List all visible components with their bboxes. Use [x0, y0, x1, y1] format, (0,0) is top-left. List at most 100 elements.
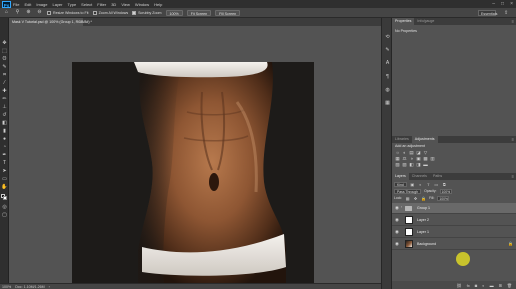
selective-color-icon[interactable]: ◨ — [416, 162, 421, 167]
channel-mixer-icon[interactable]: ▩ — [423, 156, 428, 161]
marquee-tool-icon[interactable]: ⬚ — [1, 48, 8, 54]
menu-filter[interactable]: Filter — [97, 2, 106, 7]
opacity-input[interactable]: 100% — [439, 188, 452, 194]
layer-row-group-1[interactable]: ◉ › Group 1 — [392, 203, 516, 214]
visibility-eye-icon[interactable]: ◉ — [394, 241, 400, 247]
brightness-icon[interactable]: ☼ — [395, 150, 400, 155]
new-layer-icon[interactable]: ⊞ — [499, 283, 502, 288]
workspace-select[interactable]: Essentials — [478, 10, 497, 16]
filter-shape-icon[interactable]: ▭ — [434, 182, 439, 187]
blend-mode-select[interactable]: Pass Through — [394, 188, 422, 194]
history-brush-tool-icon[interactable]: ↺ — [1, 112, 8, 118]
black-white-icon[interactable]: ◑ — [409, 156, 414, 161]
menu-image[interactable]: Image — [36, 2, 47, 7]
visibility-eye-icon[interactable]: ◉ — [394, 229, 400, 235]
menu-help[interactable]: Help — [154, 2, 162, 7]
filter-smart-icon[interactable]: ⧉ — [442, 182, 447, 187]
layer-row-layer-2[interactable]: ◉ Layer 2 — [392, 215, 516, 226]
hue-saturation-icon[interactable]: ▦ — [395, 156, 400, 161]
pen-tool-icon[interactable]: ✒ — [1, 152, 8, 158]
menu-edit[interactable]: Edit — [24, 2, 31, 7]
crop-tool-icon[interactable]: ⌗ — [1, 72, 8, 78]
link-layers-icon[interactable]: ⛓ — [457, 283, 462, 288]
zoom-100-button[interactable]: 100% — [165, 9, 183, 16]
tab-libraries[interactable]: Libraries — [392, 136, 412, 143]
tab-info[interactable]: Info/gauge — [414, 18, 437, 25]
lock-all-icon[interactable]: 🔒 — [421, 196, 426, 201]
tab-channels[interactable]: Channels — [409, 173, 430, 180]
document-tab[interactable]: Mask V Tutorial.psd @ 100% (Group 1, RGB… — [9, 18, 92, 26]
swatches-icon[interactable]: ▦ — [384, 100, 391, 107]
menu-window[interactable]: Window — [135, 2, 149, 7]
tab-properties[interactable]: Properties — [392, 18, 415, 25]
zoom-in-icon[interactable]: ⊕ — [25, 9, 32, 16]
close-tab-icon[interactable]: × — [79, 18, 81, 26]
levels-icon[interactable]: ◐ — [402, 150, 407, 155]
background-color-swatch[interactable] — [3, 196, 7, 200]
new-group-icon[interactable]: ▬ — [490, 283, 494, 288]
add-mask-icon[interactable]: ◙ — [475, 283, 477, 288]
fill-input[interactable]: 100% — [437, 195, 450, 201]
zoom-out-icon[interactable]: ⊖ — [36, 9, 43, 16]
dodge-tool-icon[interactable]: ◔ — [1, 144, 8, 150]
filter-type-icon[interactable]: T — [426, 182, 431, 187]
tab-layers[interactable]: Layers — [392, 173, 409, 180]
lasso-tool-icon[interactable]: ʘ — [1, 56, 8, 62]
eraser-tool-icon[interactable]: ◧ — [1, 120, 8, 126]
type-tool-icon[interactable]: T — [1, 160, 8, 166]
resize-windows-checkbox[interactable] — [47, 10, 51, 15]
history-icon[interactable]: ⟲ — [384, 34, 391, 41]
status-arrow-icon[interactable]: › — [49, 285, 50, 289]
color-lookup-icon[interactable]: ▥ — [430, 156, 435, 161]
panel-menu-icon[interactable]: ≡ — [512, 173, 514, 180]
document-canvas[interactable] — [72, 62, 314, 283]
filter-adjustment-icon[interactable]: ◐ — [418, 182, 423, 187]
posterize-icon[interactable]: ▨ — [402, 162, 407, 167]
tab-paths[interactable]: Paths — [430, 173, 445, 180]
menu-type[interactable]: Type — [68, 2, 77, 7]
scrubby-zoom-option[interactable]: Scrubby Zoom — [132, 10, 162, 15]
gradient-tool-icon[interactable]: ▮ — [1, 128, 8, 134]
menu-view[interactable]: View — [121, 2, 130, 7]
menu-3d[interactable]: 3D — [111, 2, 116, 7]
layer-row-background[interactable]: ◉ Background 🔒 — [392, 239, 516, 250]
clone-stamp-tool-icon[interactable]: ⊥ — [1, 104, 8, 110]
tab-adjustments[interactable]: Adjustments — [411, 136, 438, 143]
lock-pixels-icon[interactable]: ▦ — [405, 196, 410, 201]
fill-screen-button[interactable]: Fill Screen — [215, 9, 241, 16]
threshold-icon[interactable]: ◧ — [409, 162, 414, 167]
navigator-icon[interactable]: ◍ — [384, 87, 391, 94]
color-balance-icon[interactable]: ⚖ — [402, 156, 407, 161]
minimize-icon[interactable]: – — [492, 1, 495, 7]
zoom-tool-icon[interactable]: ⚲ — [14, 9, 21, 16]
visibility-eye-icon[interactable]: ◉ — [394, 217, 400, 223]
visibility-eye-icon[interactable]: ◉ — [394, 205, 400, 211]
zoom-all-windows-checkbox[interactable] — [92, 10, 97, 15]
brush-tool-icon[interactable]: ✏ — [1, 96, 8, 102]
home-icon[interactable]: ⌂ — [3, 9, 10, 16]
new-adjustment-icon[interactable]: ◐ — [482, 283, 484, 288]
filter-pixel-icon[interactable]: ▣ — [410, 182, 415, 187]
menu-select[interactable]: Select — [81, 2, 92, 7]
paragraph-icon[interactable]: ¶ — [384, 74, 391, 81]
photo-filter-icon[interactable]: ▣ — [416, 156, 421, 161]
invert-icon[interactable]: ▧ — [395, 162, 400, 167]
delete-layer-icon[interactable]: 🗑 — [507, 283, 512, 288]
gradient-map-icon[interactable]: ▬ — [423, 162, 428, 167]
close-window-icon[interactable]: × — [510, 1, 513, 7]
zoom-all-windows-option[interactable]: Zoom All Windows — [92, 10, 128, 15]
brush-presets-icon[interactable]: ✎ — [384, 47, 391, 54]
canvas-area[interactable] — [9, 26, 381, 283]
share-icon[interactable]: ⇪ — [504, 10, 511, 16]
menu-file[interactable]: File — [13, 2, 19, 7]
panel-menu-icon[interactable]: ≡ — [512, 136, 514, 143]
maximize-icon[interactable]: □ — [501, 1, 504, 7]
move-tool-icon[interactable]: ✥ — [1, 40, 8, 46]
group-expand-arrow-icon[interactable]: › — [401, 205, 402, 209]
layer-row-layer-1[interactable]: ◉ Layer 1 — [392, 227, 516, 238]
quick-mask-icon[interactable]: ◎ — [1, 204, 8, 210]
menu-layer[interactable]: Layer — [52, 2, 62, 7]
hand-tool-icon[interactable]: ✋ — [1, 184, 8, 190]
blur-tool-icon[interactable]: ● — [1, 136, 8, 142]
path-selection-tool-icon[interactable]: ➤ — [1, 168, 8, 174]
